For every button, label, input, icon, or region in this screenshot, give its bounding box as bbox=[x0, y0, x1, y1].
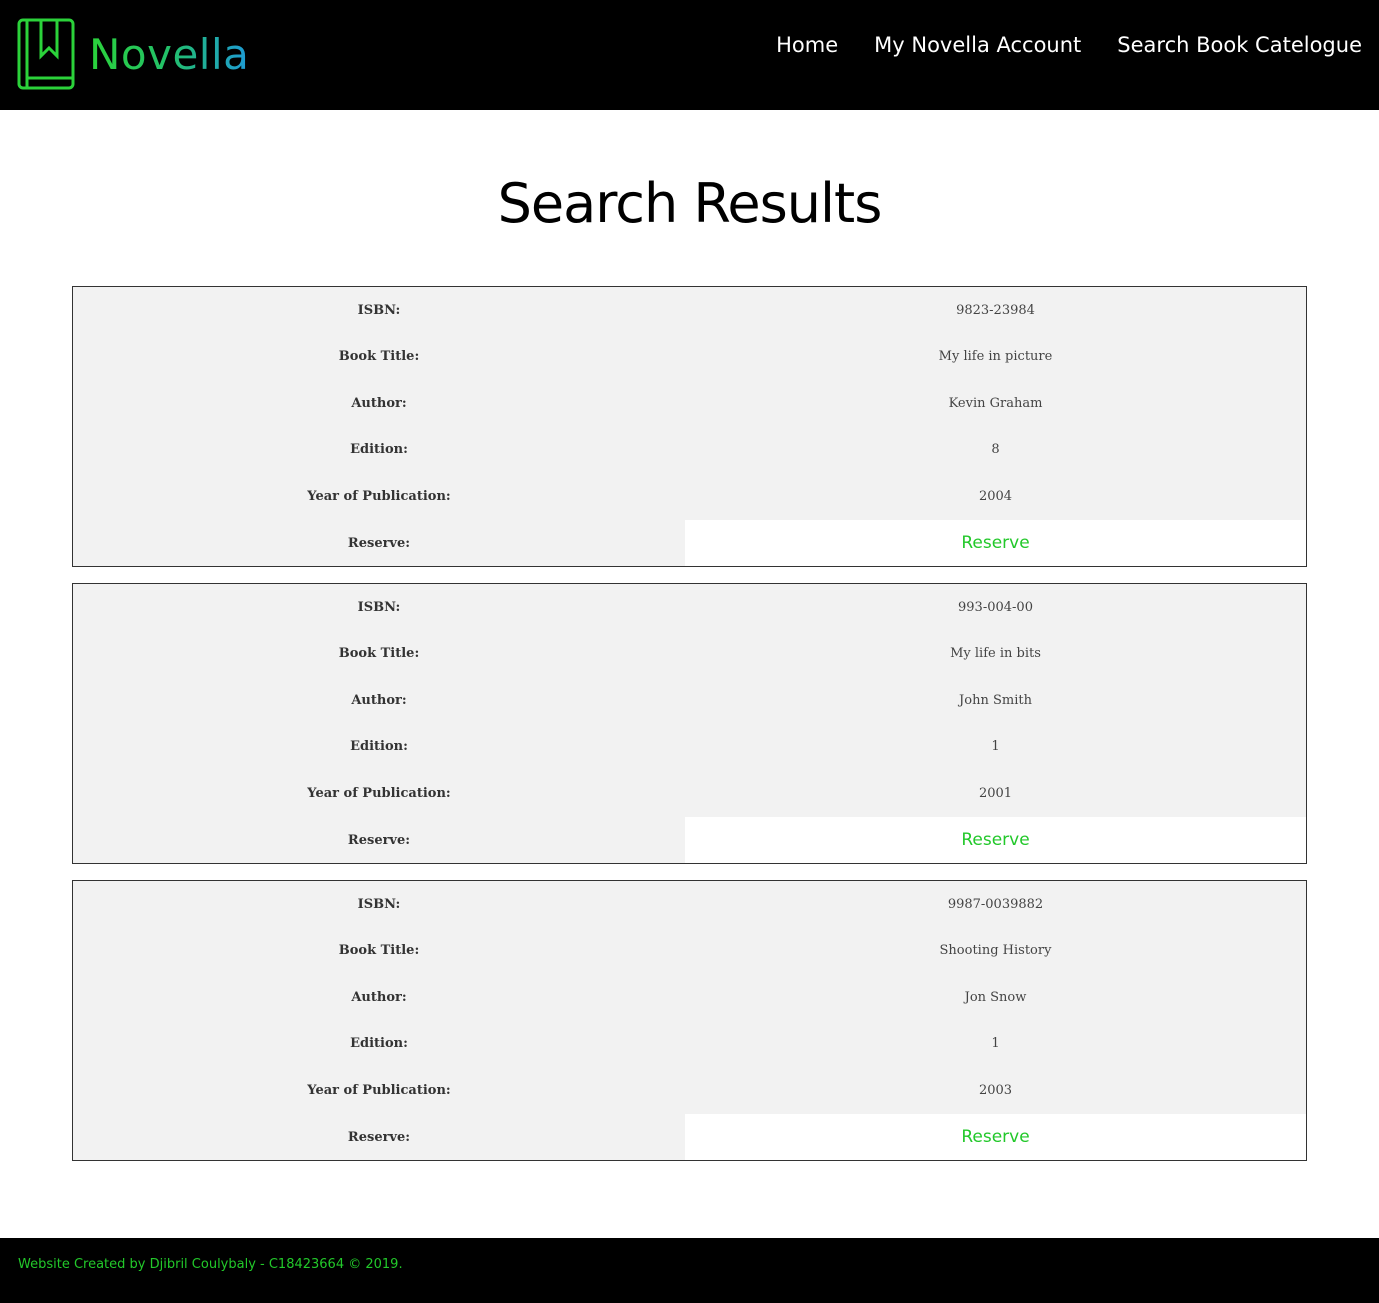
reserve-row: Reserve: Reserve bbox=[73, 817, 1306, 863]
edition-value: 1 bbox=[991, 1035, 1000, 1051]
author-value: John Smith bbox=[959, 692, 1032, 708]
year-label: Year of Publication: bbox=[307, 785, 451, 801]
year-value: 2003 bbox=[978, 1082, 1013, 1098]
reserve-label: Reserve: bbox=[347, 535, 411, 551]
reserve-button[interactable]: Reserve bbox=[961, 830, 1029, 850]
title-row: Book Title: My life in picture bbox=[73, 333, 1306, 379]
edition-value: 8 bbox=[991, 441, 1000, 457]
reserve-row: Reserve: Reserve bbox=[73, 520, 1306, 566]
author-value: Kevin Graham bbox=[948, 395, 1043, 411]
reserve-cell: Reserve bbox=[685, 1114, 1306, 1160]
isbn-label: ISBN: bbox=[357, 302, 401, 318]
year-value: 2001 bbox=[978, 785, 1013, 801]
edition-row: Edition: 1 bbox=[73, 723, 1306, 769]
title-label: Book Title: bbox=[338, 942, 420, 958]
isbn-row: ISBN: 9987-0039882 bbox=[73, 881, 1306, 927]
edition-label: Edition: bbox=[350, 441, 408, 457]
bookmark-book-icon bbox=[17, 18, 75, 90]
site-footer: Website Created by Djibril Coulybaly - C… bbox=[0, 1238, 1379, 1303]
title-row: Book Title: My life in bits bbox=[73, 630, 1306, 676]
result-card: ISBN: 9823-23984 Book Title: My life in … bbox=[72, 286, 1307, 567]
year-row: Year of Publication: 2004 bbox=[73, 473, 1306, 519]
nav-home-link[interactable]: Home bbox=[776, 33, 838, 57]
isbn-value: 9823-23984 bbox=[956, 302, 1035, 318]
year-label: Year of Publication: bbox=[307, 1082, 451, 1098]
reserve-button[interactable]: Reserve bbox=[961, 1127, 1029, 1147]
edition-row: Edition: 1 bbox=[73, 1020, 1306, 1066]
title-value: My life in picture bbox=[938, 348, 1053, 364]
author-label: Author: bbox=[351, 692, 407, 708]
reserve-label: Reserve: bbox=[347, 1129, 411, 1145]
author-value: Jon Snow bbox=[964, 989, 1027, 1005]
nav-account-link[interactable]: My Novella Account bbox=[874, 33, 1081, 57]
result-card: ISBN: 9987-0039882 Book Title: Shooting … bbox=[72, 880, 1307, 1161]
isbn-label: ISBN: bbox=[357, 599, 401, 615]
reserve-button[interactable]: Reserve bbox=[961, 533, 1029, 553]
site-header: Novella Home My Novella Account Search B… bbox=[0, 0, 1379, 110]
year-value: 2004 bbox=[978, 488, 1013, 504]
page-title: Search Results bbox=[497, 172, 883, 235]
reserve-cell: Reserve bbox=[685, 520, 1306, 566]
author-label: Author: bbox=[351, 395, 407, 411]
year-row: Year of Publication: 2003 bbox=[73, 1067, 1306, 1113]
results-list: ISBN: 9823-23984 Book Title: My life in … bbox=[72, 286, 1307, 1177]
title-row: Book Title: Shooting History bbox=[73, 927, 1306, 973]
main-nav: Home My Novella Account Search Book Cate… bbox=[776, 33, 1362, 57]
footer-credit: Website Created by Djibril Coulybaly - C… bbox=[18, 1257, 403, 1272]
isbn-value: 9987-0039882 bbox=[947, 896, 1044, 912]
year-label: Year of Publication: bbox=[307, 488, 451, 504]
edition-value: 1 bbox=[991, 738, 1000, 754]
reserve-cell: Reserve bbox=[685, 817, 1306, 863]
author-row: Author: Jon Snow bbox=[73, 974, 1306, 1020]
author-row: Author: Kevin Graham bbox=[73, 380, 1306, 426]
isbn-label: ISBN: bbox=[357, 896, 401, 912]
author-row: Author: John Smith bbox=[73, 677, 1306, 723]
edition-label: Edition: bbox=[350, 738, 408, 754]
brand-name: Novella bbox=[89, 29, 250, 79]
reserve-row: Reserve: Reserve bbox=[73, 1114, 1306, 1160]
result-card: ISBN: 993-004-00 Book Title: My life in … bbox=[72, 583, 1307, 864]
author-label: Author: bbox=[351, 989, 407, 1005]
nav-search-catalogue-link[interactable]: Search Book Catelogue bbox=[1117, 33, 1362, 57]
title-label: Book Title: bbox=[338, 348, 420, 364]
title-value: My life in bits bbox=[950, 645, 1041, 661]
title-label: Book Title: bbox=[338, 645, 420, 661]
isbn-row: ISBN: 993-004-00 bbox=[73, 584, 1306, 630]
isbn-value: 993-004-00 bbox=[958, 599, 1033, 615]
isbn-row: ISBN: 9823-23984 bbox=[73, 287, 1306, 333]
edition-row: Edition: 8 bbox=[73, 426, 1306, 472]
year-row: Year of Publication: 2001 bbox=[73, 770, 1306, 816]
edition-label: Edition: bbox=[350, 1035, 408, 1051]
title-value: Shooting History bbox=[939, 942, 1052, 958]
reserve-label: Reserve: bbox=[347, 832, 411, 848]
brand-logo[interactable]: Novella bbox=[17, 18, 249, 90]
